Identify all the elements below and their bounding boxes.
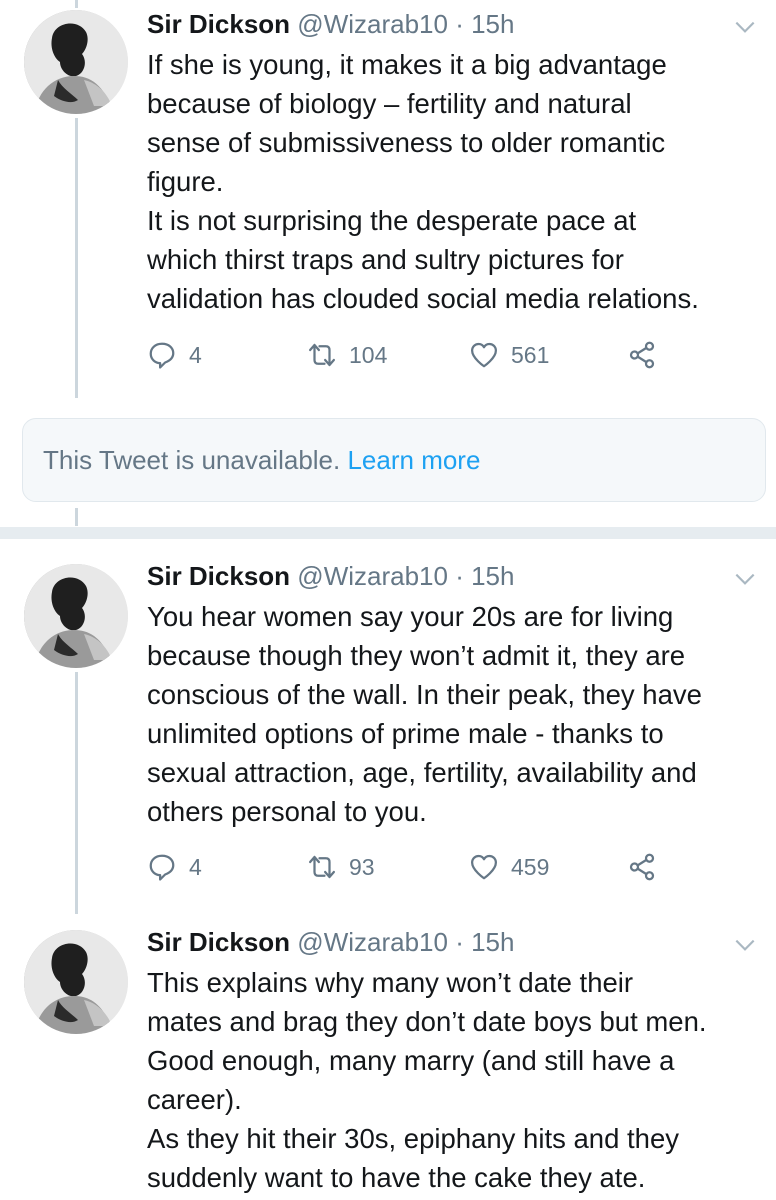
tweet-header: Sir Dickson @Wizarab10 · 15h [147,8,514,40]
reply-count: 4 [189,341,202,368]
share-icon [629,853,655,881]
author-name[interactable]: Sir Dickson [147,9,290,39]
profile-photo [24,10,128,114]
share-button[interactable] [627,340,669,370]
reply-count: 4 [189,853,202,880]
reply-button[interactable]: 4 [147,340,202,370]
tweet-text: This explains why many won’t date their … [147,967,707,1193]
thread-line-2 [75,508,78,526]
separator-dot: · [447,927,472,957]
author-handle[interactable]: @Wizarab10 [297,927,448,957]
timestamp[interactable]: 15h [471,927,514,957]
like-button[interactable]: 561 [469,340,549,370]
learn-more-link[interactable]: Learn more [347,445,480,475]
heart-icon [471,342,497,368]
separator-dot: · [447,561,472,591]
unavailable-tweet-card: This Tweet is unavailable. Learn more [22,418,766,502]
chevron-down-icon[interactable] [732,566,758,592]
share-button[interactable] [627,852,669,882]
like-button[interactable]: 459 [469,852,549,882]
action-bar: 4 104 561 [147,340,707,376]
retweet-icon [309,343,335,367]
retweet-icon [309,855,335,879]
tweet-header: Sir Dickson @Wizarab10 · 15h [147,926,514,958]
retweet-button[interactable]: 104 [307,340,387,370]
profile-photo [24,930,128,1034]
tweet-3[interactable]: Sir Dickson @Wizarab10 · 15h This explai… [0,918,776,1200]
tweet-2[interactable]: Sir Dickson @Wizarab10 · 15h You hear wo… [0,550,776,920]
action-bar: 4 93 459 [147,852,707,888]
author-handle[interactable]: @Wizarab10 [297,9,448,39]
tweet-header: Sir Dickson @Wizarab10 · 15h [147,560,514,592]
chevron-down-icon[interactable] [732,14,758,40]
timestamp[interactable]: 15h [471,9,514,39]
chevron-down-icon[interactable] [732,932,758,958]
reply-icon [149,854,175,881]
share-icon [629,341,655,369]
tweet-1[interactable]: Sir Dickson @Wizarab10 · 15h If she is y… [0,0,776,400]
tweet-text: If she is young, it makes it a big advan… [147,49,699,314]
unavailable-label: This Tweet is unavailable. [43,445,348,475]
retweet-count: 104 [349,341,388,368]
like-count: 561 [511,341,550,368]
retweet-button[interactable]: 93 [307,852,375,882]
author-handle[interactable]: @Wizarab10 [297,561,448,591]
like-count: 459 [511,853,550,880]
profile-photo [24,564,128,668]
separator-dot: · [447,9,472,39]
unavailable-message: This Tweet is unavailable. Learn more [43,443,480,477]
retweet-count: 93 [349,853,375,880]
conversation-divider [0,527,776,539]
heart-icon [471,854,497,880]
avatar[interactable] [24,564,128,668]
reply-button[interactable]: 4 [147,852,202,882]
reply-icon [149,342,175,369]
author-name[interactable]: Sir Dickson [147,561,290,591]
avatar[interactable] [24,930,128,1034]
timestamp[interactable]: 15h [471,561,514,591]
author-name[interactable]: Sir Dickson [147,927,290,957]
tweet-text: You hear women say your 20s are for livi… [147,601,702,827]
avatar[interactable] [24,10,128,114]
